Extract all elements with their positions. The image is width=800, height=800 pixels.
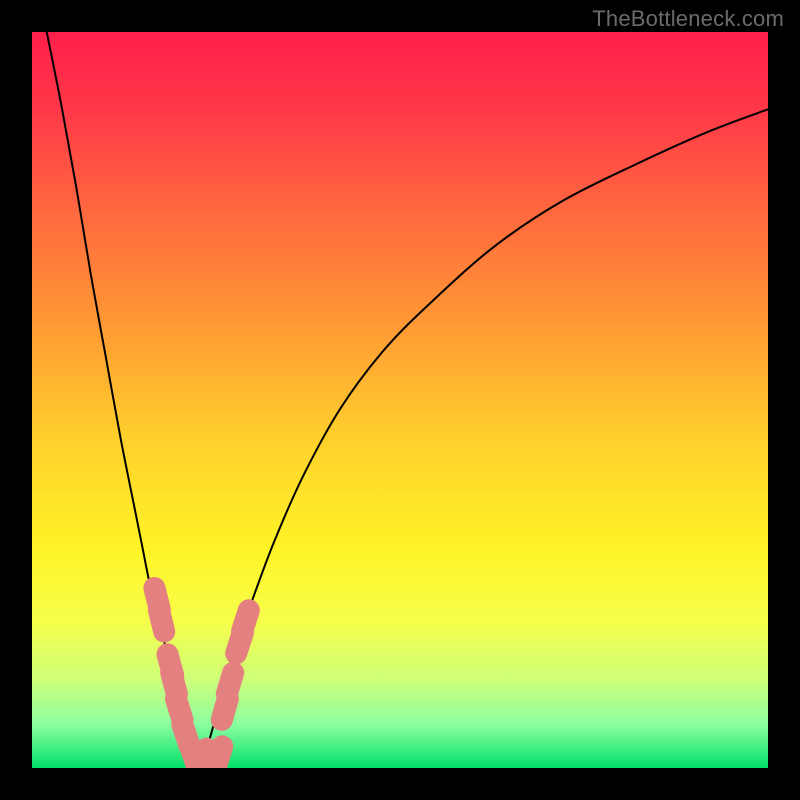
plot-area [32, 32, 768, 768]
marker-13 [242, 610, 249, 631]
marker-9 [216, 746, 222, 767]
marker-11 [227, 673, 233, 694]
chart-svg [32, 32, 768, 768]
gradient-background [32, 32, 768, 768]
watermark-text: TheBottleneck.com [592, 6, 784, 32]
marker-1 [159, 610, 164, 631]
chart-frame: TheBottleneck.com [0, 0, 800, 800]
